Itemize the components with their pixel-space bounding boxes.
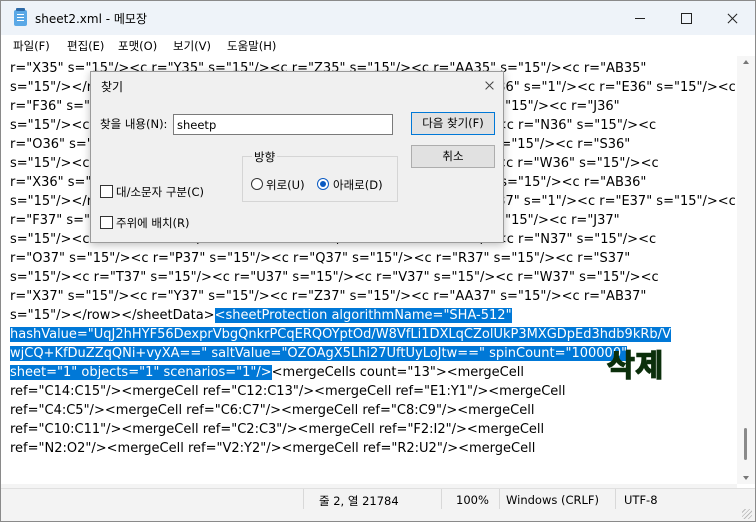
scroll-down-icon[interactable] [743, 476, 749, 480]
menu-format[interactable]: 포맷(O) [118, 38, 157, 54]
match-case-label[interactable]: 대/소문자 구분(C) [116, 184, 204, 200]
encoding: UTF-8 [624, 493, 658, 507]
dialog-title: 찾기 [101, 80, 124, 94]
scroll-up-icon[interactable] [743, 60, 749, 64]
match-case-checkbox[interactable] [100, 185, 113, 198]
text-line: ref="N2:O2"/><mergeCell ref="V2:Y2"/><me… [10, 441, 536, 456]
scroll-thumb[interactable] [744, 428, 747, 460]
selected-text: hashValue="UqJ2hHYF56DexprVbgQnkrPCqERQO… [10, 327, 671, 342]
title-bar[interactable]: sheet2.xml - 메모장 [1, 1, 755, 35]
menu-help[interactable]: 도움말(H) [227, 38, 276, 54]
text-line: ref="C10:C11"/><mergeCell ref="C2:C3"/><… [10, 422, 545, 437]
find-label: 찾을 내용(N): [100, 117, 168, 131]
status-divider [499, 489, 500, 509]
line-ending: Windows (CRLF) [506, 493, 600, 507]
find-dialog: 찾기 찾을 내용(N): 다음 찾기(F) 취소 방향 위로(U) 아래로(D)… [90, 71, 504, 243]
cancel-button[interactable]: 취소 [411, 145, 495, 168]
selected-text: <sheetProtection algorithmName="SHA-512" [214, 308, 512, 323]
menu-view[interactable]: 보기(V) [173, 38, 211, 54]
close-icon[interactable] [478, 75, 500, 97]
selected-text: wjCQ+KfDuZZqQNi+vyXA==" saltValue="OZOAg… [10, 346, 628, 361]
minimize-icon[interactable] [617, 1, 663, 35]
vertical-scrollbar[interactable] [737, 56, 755, 484]
wrap-around-label[interactable]: 주위에 배치(R) [116, 215, 190, 231]
text-line: ref="C4:C5"/><mergeCell ref="C6:C7"/><me… [10, 403, 535, 418]
close-icon[interactable] [709, 1, 755, 35]
text-line: r="X37" s="15"/><c r="Y37" s="15"/><c r=… [10, 289, 647, 304]
selected-text: sheet="1" objects="1" scenarios="1"/> [10, 365, 272, 380]
zoom-level: 100% [456, 493, 489, 507]
status-divider [441, 489, 442, 509]
find-input[interactable] [173, 114, 393, 135]
window-title: sheet2.xml - 메모장 [35, 12, 147, 26]
direction-up-radio[interactable] [251, 178, 263, 190]
menu-file[interactable]: 파일(F) [13, 38, 50, 54]
direction-down-label[interactable]: 아래로(D) [333, 177, 383, 193]
find-next-button[interactable]: 다음 찾기(F) [411, 112, 495, 135]
direction-up-label[interactable]: 위로(U) [266, 177, 305, 193]
delete-annotation: 삭제 [606, 348, 665, 385]
maximize-icon[interactable] [663, 1, 709, 35]
direction-label: 방향 [252, 149, 278, 165]
menu-bar: 파일(F) 편집(E) 포맷(O) 보기(V) 도움말(H) [1, 35, 755, 56]
text-line: <mergeCells count="13"><mergeCell [271, 365, 524, 380]
cursor-position: 줄 2, 열 21784 [319, 494, 399, 508]
text-line: s="15"/><c r="T37" s="15"/><c r="U37" s=… [10, 270, 659, 285]
notepad-icon [14, 8, 27, 26]
status-divider [303, 489, 304, 509]
text-line: s="15"/></row></sheetData> [10, 308, 215, 323]
text-line: r="O37" s="15"/><c r="P37" s="15"/><c r=… [10, 251, 631, 266]
status-divider [615, 489, 616, 509]
wrap-around-checkbox[interactable] [100, 216, 113, 229]
menu-edit[interactable]: 편집(E) [67, 38, 104, 54]
status-bar: 줄 2, 열 21784 100% Windows (CRLF) UTF-8 [1, 488, 755, 521]
resize-grip-icon[interactable] [742, 509, 752, 519]
text-line: ref="C14:C15"/><mergeCell ref="C12:C13"/… [10, 384, 566, 399]
direction-down-radio[interactable] [317, 178, 329, 190]
